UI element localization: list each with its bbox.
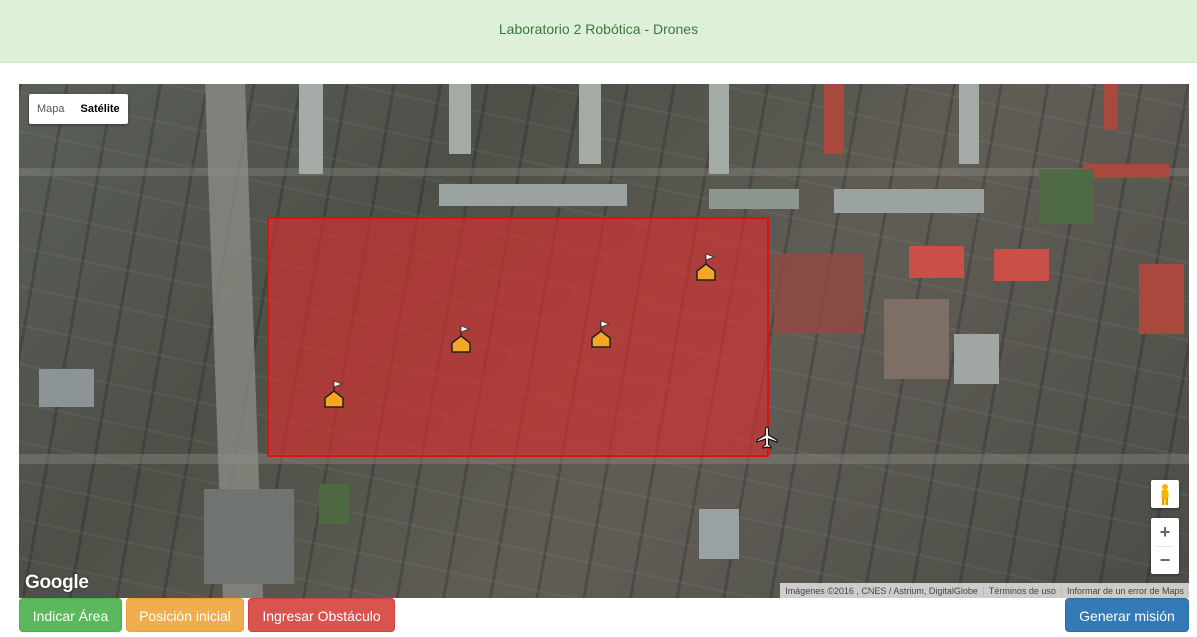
google-logo[interactable]: Google	[25, 572, 89, 594]
building	[449, 84, 471, 154]
green-area	[1039, 169, 1094, 224]
map-type-control[interactable]: Mapa Satélite	[29, 94, 128, 124]
airplane-icon[interactable]	[754, 425, 780, 451]
generar-mision-button[interactable]: Generar misión	[1065, 598, 1189, 632]
building	[319, 484, 349, 524]
building	[774, 254, 864, 334]
street-road	[19, 168, 1189, 176]
map-type-satellite-button[interactable]: Satélite	[73, 94, 128, 124]
building	[579, 84, 601, 164]
building	[954, 334, 999, 384]
zoom-control: + −	[1151, 518, 1179, 574]
building	[1139, 264, 1184, 334]
building	[439, 184, 627, 206]
flag-house-icon[interactable]	[449, 324, 473, 354]
terms-link[interactable]: Términos de uso	[982, 585, 1061, 596]
building	[1104, 84, 1118, 129]
building	[909, 246, 964, 278]
building	[824, 84, 844, 154]
indicar-area-button[interactable]: Indicar Área	[19, 598, 122, 632]
map-type-map-button[interactable]: Mapa	[29, 94, 73, 124]
flag-house-icon[interactable]	[322, 379, 346, 409]
zoom-divider	[1156, 546, 1174, 547]
zoom-in-button[interactable]: +	[1151, 518, 1179, 546]
building	[709, 189, 799, 209]
flag-house-icon[interactable]	[589, 319, 613, 349]
zoom-out-button[interactable]: −	[1151, 546, 1179, 574]
building	[204, 489, 294, 584]
building	[834, 189, 984, 213]
building	[884, 299, 949, 379]
building	[709, 84, 729, 174]
ingresar-obstaculo-button[interactable]: Ingresar Obstáculo	[248, 598, 395, 632]
building	[959, 84, 979, 164]
page-title: Laboratorio 2 Robótica - Drones	[498, 21, 699, 37]
app-header: Laboratorio 2 Robótica - Drones	[0, 0, 1197, 63]
building	[994, 249, 1049, 281]
pegman-icon	[1161, 484, 1169, 505]
imagery-credit: Imágenes ©2016 , CNES / Astrium, Digital…	[785, 585, 978, 596]
street-view-pegman[interactable]	[1151, 480, 1179, 508]
map-attribution: Imágenes ©2016 , CNES / Astrium, Digital…	[780, 583, 1189, 598]
building	[39, 369, 94, 407]
building	[299, 84, 323, 174]
building	[1084, 164, 1169, 178]
flag-house-icon[interactable]	[694, 252, 718, 282]
satellite-map[interactable]: Mapa Satélite + − Google Imágenes ©2016 …	[19, 84, 1189, 598]
report-error-link[interactable]: Informar de un error de Maps	[1060, 585, 1189, 596]
posicion-inicial-button[interactable]: Posición inicial	[126, 598, 244, 632]
building	[699, 509, 739, 559]
